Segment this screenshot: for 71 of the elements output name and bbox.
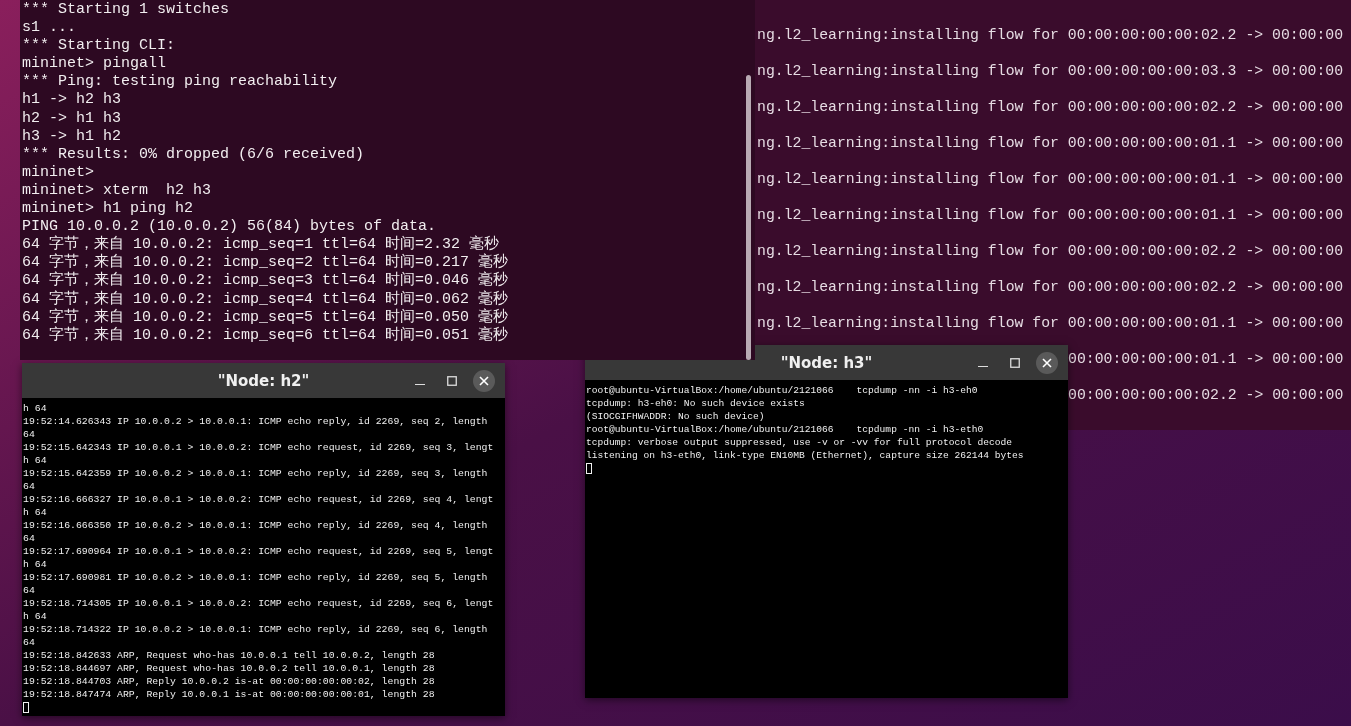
terminal-line: h3 -> h1 h2 bbox=[22, 127, 122, 145]
terminal-line: *** Starting 1 switches bbox=[22, 1, 230, 18]
close-icon bbox=[1042, 357, 1052, 368]
terminal-line: 19:52:17.690964 IP 10.0.0.1 > 10.0.0.2: ICMP echo request, id 2269, seq 5, lengt bbox=[23, 545, 494, 558]
terminal-line: ng.l2_learning:installing flow for 00:00:00:00:00:02.2 -> 00:00:00 bbox=[757, 279, 1344, 295]
scrollbar[interactable] bbox=[746, 75, 751, 360]
terminal-line: listening on h3-eth0, link-type EN10MB (Ethernet), capture size 262144 bytes bbox=[586, 449, 1024, 462]
terminal-line: 19:52:14.626343 IP 10.0.0.2 > 10.0.0.1: ICMP echo reply, id 2269, seq 2, length bbox=[23, 415, 488, 428]
terminal-line: 19:52:18.842633 ARP, Request who-has 10.0.0.1 tell 10.0.0.2, length 28 bbox=[23, 649, 435, 662]
terminal-line: 64 字节，来自 10.0.0.2: icmp_seq=2 ttl=64 时间=0.217 毫秒 bbox=[22, 254, 509, 272]
terminal-line: *** Ping: testing ping reachability bbox=[22, 73, 338, 91]
terminal-line: 19:52:16.666327 IP 10.0.0.1 > 10.0.0.2: ICMP echo request, id 2269, seq 4, lengt bbox=[23, 493, 494, 506]
close-button[interactable] bbox=[1036, 351, 1058, 374]
terminal-line: mininet> h1 ping h2 bbox=[22, 200, 194, 218]
terminal-line: 64 bbox=[23, 428, 35, 441]
terminal-line: ng.l2_learning:installing flow for 00:00:00:00:00:01.1 -> 00:00:00 bbox=[757, 315, 1344, 331]
terminal-line: 64 字节，来自 10.0.0.2: icmp_seq=4 ttl=64 时间=0.062 毫秒 bbox=[22, 290, 509, 308]
terminal-line: ng.l2_learning:installing flow for 00:00:00:00:00:02.2 -> 00:00:00 bbox=[757, 27, 1344, 43]
terminal-line: h 64 bbox=[23, 558, 47, 571]
terminal-line: root@ubuntu-VirtualBox:/home/ubuntu/2121066 tcpdump -nn -i h3-eth0 bbox=[586, 423, 984, 436]
minimize-icon bbox=[978, 365, 988, 368]
terminal-line: h 64 bbox=[23, 402, 47, 415]
terminal-line: ng.l2_learning:installing flow for 00:00:00:00:00:02.2 -> 00:00:00 bbox=[757, 243, 1344, 259]
terminal-line: h 64 bbox=[23, 506, 47, 519]
terminal-line: (SIOCGIFHWADDR: No such device) bbox=[586, 410, 765, 423]
terminal-line: 19:52:18.847474 ARP, Reply 10.0.0.1 is-at 00:00:00:00:00:01, length 28 bbox=[23, 688, 435, 701]
terminal-line: ng.l2_learning:installing flow for 00:00:00:00:00:01.1 -> 00:00:00 bbox=[757, 135, 1344, 151]
terminal-line: 19:52:18.714305 IP 10.0.0.1 > 10.0.0.2: ICMP echo request, id 2269, seq 6, lengt bbox=[23, 597, 494, 610]
terminal-line: 00:00:00:00:00:02.2 -> 00:00:00 bbox=[1068, 387, 1344, 403]
terminal-line: 64 bbox=[23, 532, 35, 545]
terminal-line: tcpdump: h3-eh0: No such device exists bbox=[586, 397, 805, 410]
terminal-line: 19:52:18.844697 ARP, Request who-has 10.0.0.2 tell 10.0.0.1, length 28 bbox=[23, 662, 435, 675]
terminal-line: root@ubuntu-VirtualBox:/home/ubuntu/2121066 tcpdump -nn -i h3-eh0 bbox=[586, 384, 978, 397]
terminal-line: h2 -> h1 h3 bbox=[22, 109, 122, 127]
minimize-icon bbox=[415, 383, 425, 386]
terminal-line: mininet> xterm h2 h3 bbox=[22, 181, 212, 199]
terminal-line: mininet> pingall bbox=[22, 55, 167, 73]
terminal-line: 64 bbox=[23, 584, 35, 597]
terminal-line: mininet> bbox=[22, 163, 94, 181]
maximize-icon bbox=[1010, 357, 1020, 368]
terminal-line: 64 字节，来自 10.0.0.2: icmp_seq=5 ttl=64 时间=0.050 毫秒 bbox=[22, 308, 509, 326]
terminal-line: 19:52:15.642343 IP 10.0.0.1 > 10.0.0.2: ICMP echo request, id 2269, seq 3, lengt bbox=[23, 441, 494, 454]
terminal-line: h1 -> h2 h3 bbox=[22, 91, 122, 109]
terminal-line: s1 ... bbox=[22, 19, 76, 37]
terminal-line: tcpdump: verbose output suppressed, use -v or -vv for full protocol decode bbox=[586, 436, 1013, 449]
close-icon bbox=[479, 375, 489, 386]
terminal-line: *** Results: 0% dropped (6/6 received) bbox=[22, 145, 365, 163]
terminal-line: 19:52:18.844703 ARP, Reply 10.0.0.2 is-at 00:00:00:00:00:02, length 28 bbox=[23, 675, 435, 688]
terminal-line: h 64 bbox=[23, 454, 47, 467]
terminal-line: h 64 bbox=[23, 610, 47, 623]
terminal-line: 19:52:16.666350 IP 10.0.0.2 > 10.0.0.1: ICMP echo reply, id 2269, seq 4, length bbox=[23, 519, 488, 532]
terminal-line: PING 10.0.0.2 (10.0.0.2) 56(84) bytes of data. bbox=[22, 218, 437, 236]
terminal-line: ng.l2_learning:installing flow for 00:00:00:00:00:01.1 -> 00:00:00 bbox=[757, 171, 1344, 187]
terminal-line: 64 bbox=[23, 636, 35, 649]
window-title: "Node: h3" bbox=[780, 353, 873, 372]
window-title: "Node: h2" bbox=[217, 371, 310, 390]
terminal-line: 64 bbox=[23, 480, 35, 493]
terminal-line: 19:52:18.714322 IP 10.0.0.2 > 10.0.0.1: ICMP echo reply, id 2269, seq 6, length bbox=[23, 623, 488, 636]
terminal-line: 19:52:17.690981 IP 10.0.0.2 > 10.0.0.1: ICMP echo reply, id 2269, seq 5, length bbox=[23, 571, 488, 584]
terminal-line: 64 字节，来自 10.0.0.2: icmp_seq=6 ttl=64 时间=0.051 毫秒 bbox=[22, 326, 509, 344]
terminal-line: ng.l2_learning:installing flow for 00:00:00:00:00:03.3 -> 00:00:00 bbox=[757, 63, 1344, 79]
close-button[interactable] bbox=[473, 369, 495, 392]
terminal-line: *** Starting CLI: bbox=[22, 37, 176, 55]
terminal-line: 00:00:00:00:00:01.1 -> 00:00:00 bbox=[1068, 351, 1344, 367]
terminal-line: 19:52:15.642359 IP 10.0.0.2 > 10.0.0.1: ICMP echo reply, id 2269, seq 3, length bbox=[23, 467, 488, 480]
terminal-line: 64 字节，来自 10.0.0.2: icmp_seq=3 ttl=64 时间=0.046 毫秒 bbox=[22, 272, 509, 290]
terminal-line: 64 字节，来自 10.0.0.2: icmp_seq=1 ttl=64 时间=2.32 毫秒 bbox=[22, 236, 500, 254]
maximize-icon bbox=[447, 375, 457, 386]
title-bar[interactable]: "Node: h2" bbox=[22, 363, 505, 398]
terminal-line: ng.l2_learning:installing flow for 00:00:00:00:00:01.1 -> 00:00:00 bbox=[757, 207, 1344, 223]
terminal-line: ng.l2_learning:installing flow for 00:00:00:00:00:02.2 -> 00:00:00 bbox=[757, 99, 1344, 115]
